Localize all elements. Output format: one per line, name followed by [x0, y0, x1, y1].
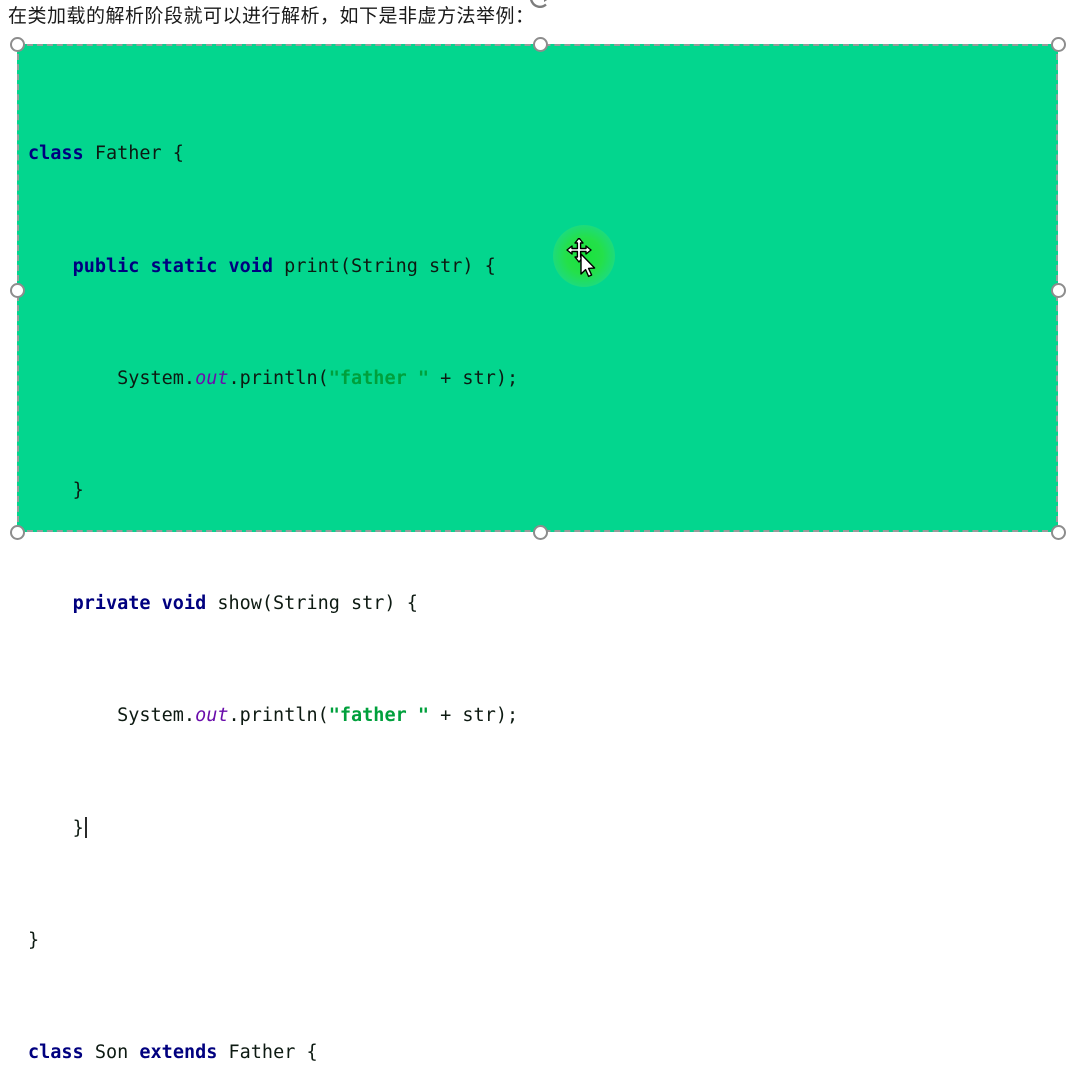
resize-handle-top-right[interactable] [1051, 37, 1066, 52]
code-line: } [28, 815, 1038, 843]
token-plain: + str); [429, 368, 519, 390]
token-plain: } [28, 929, 40, 951]
token-plain: } [72, 480, 84, 502]
code-listing[interactable]: class Father { public static void print(… [28, 56, 1038, 1088]
token-keyword: class [28, 1042, 84, 1064]
code-line: public static void print(String str) { [28, 253, 1038, 281]
token-field: out [195, 368, 229, 390]
rotate-icon[interactable] [527, 0, 557, 17]
resize-handle-bottom-left[interactable] [10, 525, 25, 540]
token-field: out [195, 705, 229, 727]
code-line: System.out.println("father " + str); [28, 702, 1038, 730]
code-line: class Father { [28, 140, 1038, 168]
resize-handle-top-left[interactable] [10, 37, 25, 52]
resize-handle-middle-left[interactable] [10, 283, 25, 298]
code-line: System.out.println("father " + str); [28, 365, 1038, 393]
code-line: } [28, 927, 1038, 955]
token-plain: show(String str) { [206, 592, 418, 614]
resize-handle-top-center[interactable] [533, 37, 548, 52]
token-plain: .println( [228, 368, 329, 390]
code-line: class Son extends Father { [28, 1039, 1038, 1067]
token-plain: } [72, 817, 84, 839]
token-keyword: extends [139, 1042, 218, 1064]
token-keyword: class [28, 143, 84, 165]
resize-handle-bottom-center[interactable] [533, 525, 548, 540]
token-plain: + str); [429, 705, 519, 727]
code-line: } [28, 477, 1038, 505]
resize-handle-bottom-right[interactable] [1051, 525, 1066, 540]
resize-handle-middle-right[interactable] [1051, 283, 1066, 298]
token-plain: .println( [228, 705, 329, 727]
token-plain: System. [117, 705, 196, 727]
token-plain: System. [117, 368, 196, 390]
token-keyword: private void [72, 592, 207, 614]
token-keyword: public static void [72, 255, 274, 277]
code-line: private void show(String str) { [28, 590, 1038, 618]
token-plain: Father { [83, 143, 184, 165]
token-plain: Father { [217, 1042, 318, 1064]
code-object[interactable]: class Father { public static void print(… [17, 44, 1058, 1063]
text-caret [84, 816, 87, 838]
token-plain: print(String str) { [273, 255, 496, 277]
token-string: "father " [328, 368, 429, 390]
token-plain: Son [83, 1042, 140, 1064]
token-string: "father " [328, 705, 429, 727]
